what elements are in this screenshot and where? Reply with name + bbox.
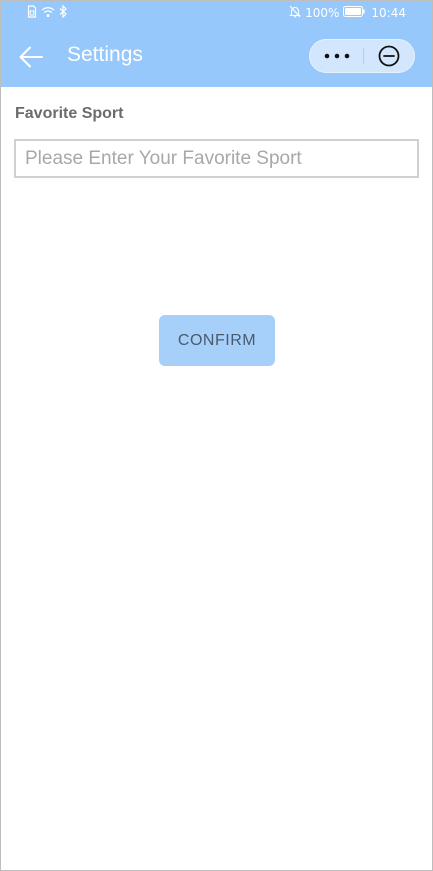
wifi-icon bbox=[41, 6, 55, 21]
battery-icon bbox=[343, 6, 366, 20]
minus-circle-icon bbox=[378, 45, 400, 67]
arrow-left-icon bbox=[19, 46, 43, 68]
bluetooth-icon bbox=[59, 4, 67, 21]
confirm-button[interactable]: CONFIRM bbox=[159, 315, 275, 366]
sim-icon bbox=[27, 5, 37, 21]
back-button[interactable] bbox=[15, 41, 47, 73]
mute-bell-icon bbox=[289, 5, 301, 21]
favorite-sport-field bbox=[14, 139, 419, 178]
status-left-icons bbox=[27, 4, 67, 21]
more-button[interactable] bbox=[310, 40, 363, 72]
favorite-sport-label: Favorite Sport bbox=[15, 105, 124, 122]
page-title: Settings bbox=[67, 43, 143, 66]
favorite-sport-input[interactable] bbox=[16, 141, 417, 176]
status-bar: 100% 10:44 bbox=[1, 1, 432, 25]
status-right-icons: 100% 10:44 bbox=[289, 5, 406, 21]
app-screen: 100% 10:44 Settings Favorite Sport Pleas… bbox=[0, 0, 433, 871]
status-time: 10:44 bbox=[371, 6, 406, 20]
battery-percent: 100% bbox=[305, 6, 340, 20]
mini-program-capsule bbox=[309, 39, 415, 73]
header: 100% 10:44 Settings bbox=[1, 1, 432, 87]
close-button[interactable] bbox=[364, 40, 414, 72]
more-dots-icon bbox=[324, 53, 349, 59]
